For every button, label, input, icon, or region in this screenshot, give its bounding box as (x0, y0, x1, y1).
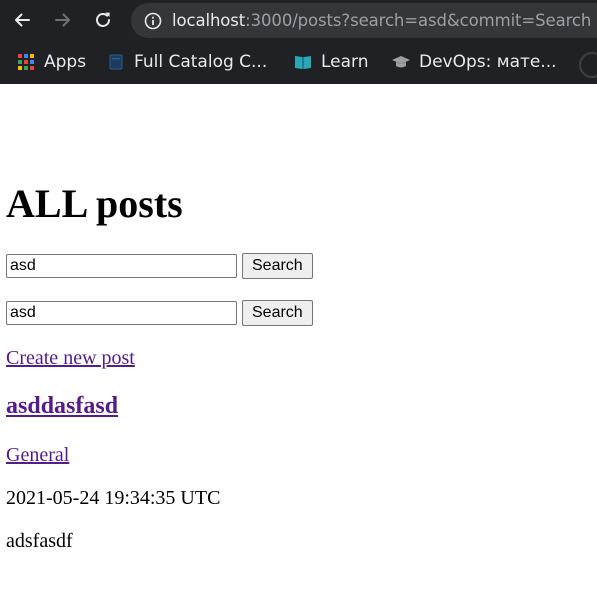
book-icon (293, 52, 313, 72)
post-timestamp: 2021-05-24 19:34:35 UTC (6, 487, 221, 509)
post-body: adsfasdf (6, 530, 73, 552)
search-form: Search (6, 300, 313, 326)
address-bar[interactable]: localhost:3000/posts?search=asd&commit=S… (131, 3, 597, 38)
search-button[interactable]: Search (242, 300, 313, 326)
bookmarks-bar: Apps Full Catalog C... Learn DevOps: мат… (0, 40, 597, 84)
browser-toolbar: localhost:3000/posts?search=asd&commit=S… (0, 0, 597, 40)
search-form: Search (6, 253, 313, 279)
reload-icon (96, 12, 110, 27)
arrow-right-icon (55, 13, 70, 27)
bookmark-devops[interactable]: DevOps: мате... (391, 50, 557, 74)
search-button[interactable]: Search (242, 253, 313, 279)
post-category-link[interactable]: General (6, 444, 69, 467)
bookmark-learn[interactable]: Learn (293, 50, 369, 74)
catalog-icon (106, 52, 126, 72)
url-path: :3000/posts?search=asd&commit=Search (245, 11, 592, 30)
page-title: ALL posts (6, 181, 183, 226)
browser-chrome: localhost:3000/posts?search=asd&commit=S… (0, 0, 597, 84)
arrow-left-icon (15, 13, 30, 27)
bookmark-full-catalog[interactable]: Full Catalog C... (106, 50, 267, 74)
bookmark-label: DevOps: мате... (419, 52, 557, 72)
search-input[interactable] (6, 301, 237, 325)
bookmark-label: Full Catalog C... (134, 52, 268, 72)
bookmark-label: Apps (44, 52, 87, 72)
post-title-link[interactable]: asddasfasd (6, 393, 118, 420)
back-button[interactable] (8, 6, 36, 34)
search-input[interactable] (6, 254, 237, 278)
create-post-link[interactable]: Create new post (6, 347, 135, 370)
address-url: localhost:3000/posts?search=asd&commit=S… (172, 11, 591, 30)
forward-button[interactable] (49, 6, 77, 34)
site-info-icon[interactable] (144, 12, 162, 30)
overflow-icon (579, 52, 597, 78)
reload-button[interactable] (89, 6, 117, 34)
graduation-cap-icon (391, 52, 411, 72)
apps-grid-icon (16, 52, 36, 72)
bookmark-apps[interactable]: Apps (16, 50, 86, 74)
bookmark-label: Learn (321, 52, 369, 72)
url-host: localhost (172, 11, 246, 30)
